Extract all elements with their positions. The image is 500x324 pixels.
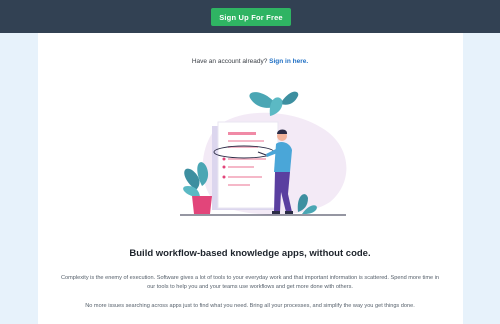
account-prompt-text: Have an account already? (191, 58, 268, 65)
plant-pot (192, 196, 212, 214)
account-prompt: Have an account already? Sign in here. (0, 58, 500, 65)
body-paragraph-1: Complexity is the enemy of execution. So… (60, 275, 440, 290)
sign-up-button[interactable]: Sign Up For Free (211, 8, 291, 26)
leaf-top-right (280, 91, 299, 105)
body-paragraph-2: No more issues searching across apps jus… (85, 303, 415, 309)
page-headline: Build workflow-based knowledge apps, wit… (129, 248, 371, 259)
person-with-checklist-illustration (180, 91, 347, 216)
sign-in-link[interactable]: Sign in here. (269, 58, 308, 65)
person-torso (274, 142, 292, 172)
